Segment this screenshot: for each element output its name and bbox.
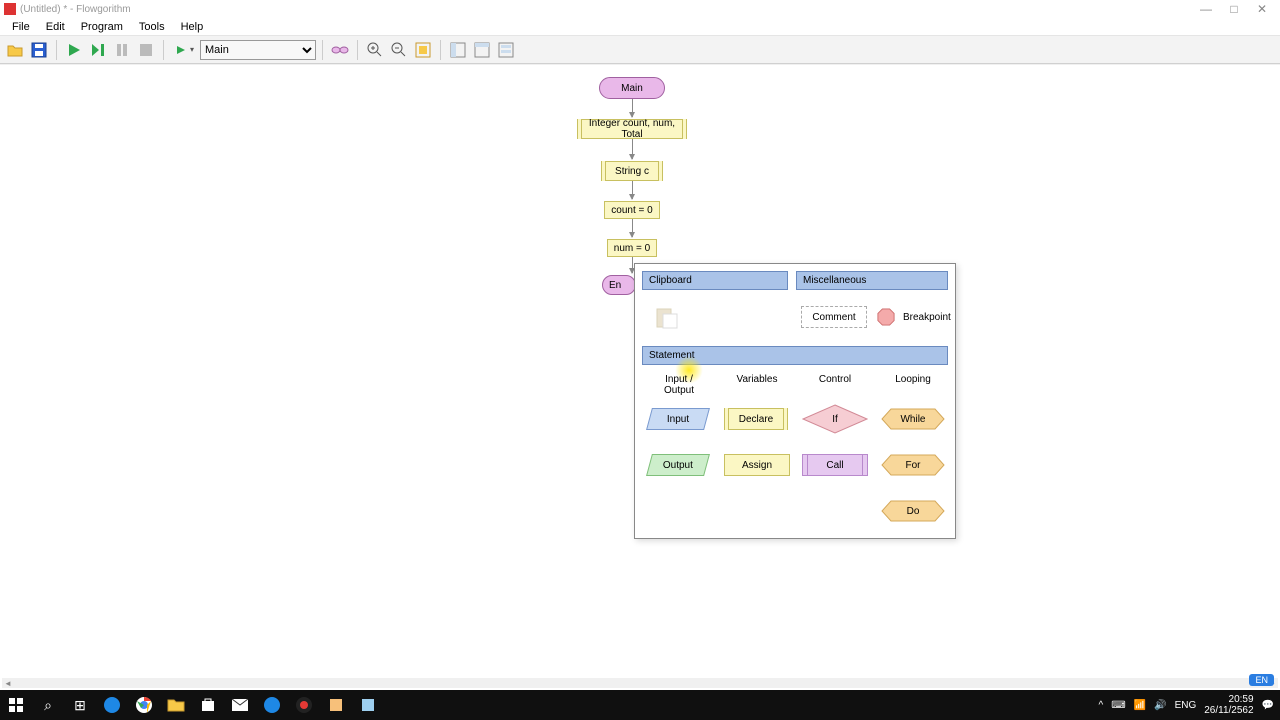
function-selector[interactable]: Main	[200, 40, 316, 60]
mail-icon[interactable]	[224, 690, 256, 720]
shape-while[interactable]: While	[881, 408, 945, 430]
tray-input-icon[interactable]: ⌨	[1111, 700, 1125, 711]
shape-call[interactable]: Call	[802, 454, 868, 476]
close-button[interactable]: ✕	[1248, 0, 1276, 18]
breakpoint-label: Breakpoint	[903, 312, 951, 323]
menu-help[interactable]: Help	[173, 21, 212, 33]
shape-do[interactable]: Do	[881, 500, 945, 522]
minimize-button[interactable]: —	[1192, 0, 1220, 18]
shape-assign[interactable]: Assign	[724, 454, 790, 476]
shape-output[interactable]: Output	[646, 454, 710, 476]
header-clipboard: Clipboard	[642, 271, 788, 290]
cat-control: Control	[805, 374, 865, 385]
pause-icon[interactable]	[111, 39, 133, 61]
tray-chevron-icon[interactable]: ^	[1099, 700, 1104, 711]
layout-icon[interactable]	[329, 39, 351, 61]
arrow	[632, 219, 633, 237]
tray-notifications-icon[interactable]: 💬	[1262, 700, 1274, 711]
zoom-in-icon[interactable]	[364, 39, 386, 61]
taskbar: ⌕ ⊞ ^ ⌨ 📶 🔊 ENG 20:59 26/11/2562 💬	[0, 690, 1280, 720]
header-statement: Statement	[642, 346, 948, 365]
node-declare-2[interactable]: String c	[604, 161, 660, 181]
toolbar: ▾ Main	[0, 36, 1280, 64]
menu-file[interactable]: File	[4, 21, 38, 33]
cat-vars: Variables	[727, 374, 787, 385]
node-main[interactable]: Main	[599, 77, 665, 99]
run-speed-icon[interactable]: ▾	[170, 39, 198, 61]
header-misc: Miscellaneous	[796, 271, 948, 290]
tray-volume-icon[interactable]: 🔊	[1154, 700, 1166, 711]
explorer-icon[interactable]	[160, 690, 192, 720]
start-button[interactable]	[0, 690, 32, 720]
flowchart-canvas[interactable]: Main Integer count, num, Total String c …	[0, 64, 1280, 698]
language-badge[interactable]: EN	[1249, 674, 1274, 686]
store-icon[interactable]	[192, 690, 224, 720]
maximize-button[interactable]: □	[1220, 0, 1248, 18]
chrome-icon[interactable]	[128, 690, 160, 720]
tray-clock[interactable]: 20:59 26/11/2562	[1204, 694, 1253, 716]
shape-if[interactable]: If	[802, 404, 868, 434]
view3-icon[interactable]	[495, 39, 517, 61]
fit-icon[interactable]	[412, 39, 434, 61]
tray-lang[interactable]: ENG	[1175, 700, 1197, 711]
app1-icon[interactable]	[256, 690, 288, 720]
edge-icon[interactable]	[96, 690, 128, 720]
record-icon[interactable]	[288, 690, 320, 720]
zoom-out-icon[interactable]	[388, 39, 410, 61]
system-tray[interactable]: ^ ⌨ 📶 🔊 ENG 20:59 26/11/2562 💬	[1099, 694, 1280, 716]
open-icon[interactable]	[4, 39, 26, 61]
breakpoint-icon	[877, 308, 895, 326]
node-assign-1[interactable]: count = 0	[604, 201, 660, 219]
titlebar: (Untitled) * - Flowgorithm — □ ✕	[0, 0, 1280, 18]
view1-icon[interactable]	[447, 39, 469, 61]
tray-network-icon[interactable]: 📶	[1134, 700, 1146, 711]
shape-picker-popup: Clipboard Miscellaneous Comment Breakpoi…	[634, 263, 956, 539]
arrow	[632, 181, 633, 199]
window-title: (Untitled) * - Flowgorithm	[20, 4, 1192, 15]
flowgorithm-task-icon[interactable]	[352, 690, 384, 720]
run-icon[interactable]	[63, 39, 85, 61]
save-icon[interactable]	[28, 39, 50, 61]
cat-loop: Looping	[883, 374, 943, 385]
node-declare-1[interactable]: Integer count, num, Total	[580, 119, 684, 139]
menu-tools[interactable]: Tools	[131, 21, 173, 33]
shape-declare[interactable]: Declare	[727, 408, 785, 430]
menubar: File Edit Program Tools Help	[0, 18, 1280, 36]
view2-icon[interactable]	[471, 39, 493, 61]
app2-icon[interactable]	[320, 690, 352, 720]
arrow	[632, 257, 633, 273]
shape-input[interactable]: Input	[646, 408, 710, 430]
menu-edit[interactable]: Edit	[38, 21, 73, 33]
arrow	[632, 139, 633, 159]
shape-for[interactable]: For	[881, 454, 945, 476]
stop-icon[interactable]	[135, 39, 157, 61]
app-icon	[4, 3, 16, 15]
paste-icon[interactable]	[655, 306, 679, 330]
horizontal-scrollbar[interactable]: ◄►	[2, 678, 1278, 688]
search-icon[interactable]: ⌕	[32, 690, 64, 720]
step-icon[interactable]	[87, 39, 109, 61]
breakpoint-button[interactable]: Breakpoint	[877, 308, 951, 326]
comment-button[interactable]: Comment	[801, 306, 867, 328]
taskview-icon[interactable]: ⊞	[64, 690, 96, 720]
node-end-partial[interactable]: En	[602, 275, 636, 295]
node-assign-2[interactable]: num = 0	[607, 239, 657, 257]
menu-program[interactable]: Program	[73, 21, 131, 33]
cat-io: Input / Output	[649, 374, 709, 396]
arrow	[632, 99, 633, 117]
